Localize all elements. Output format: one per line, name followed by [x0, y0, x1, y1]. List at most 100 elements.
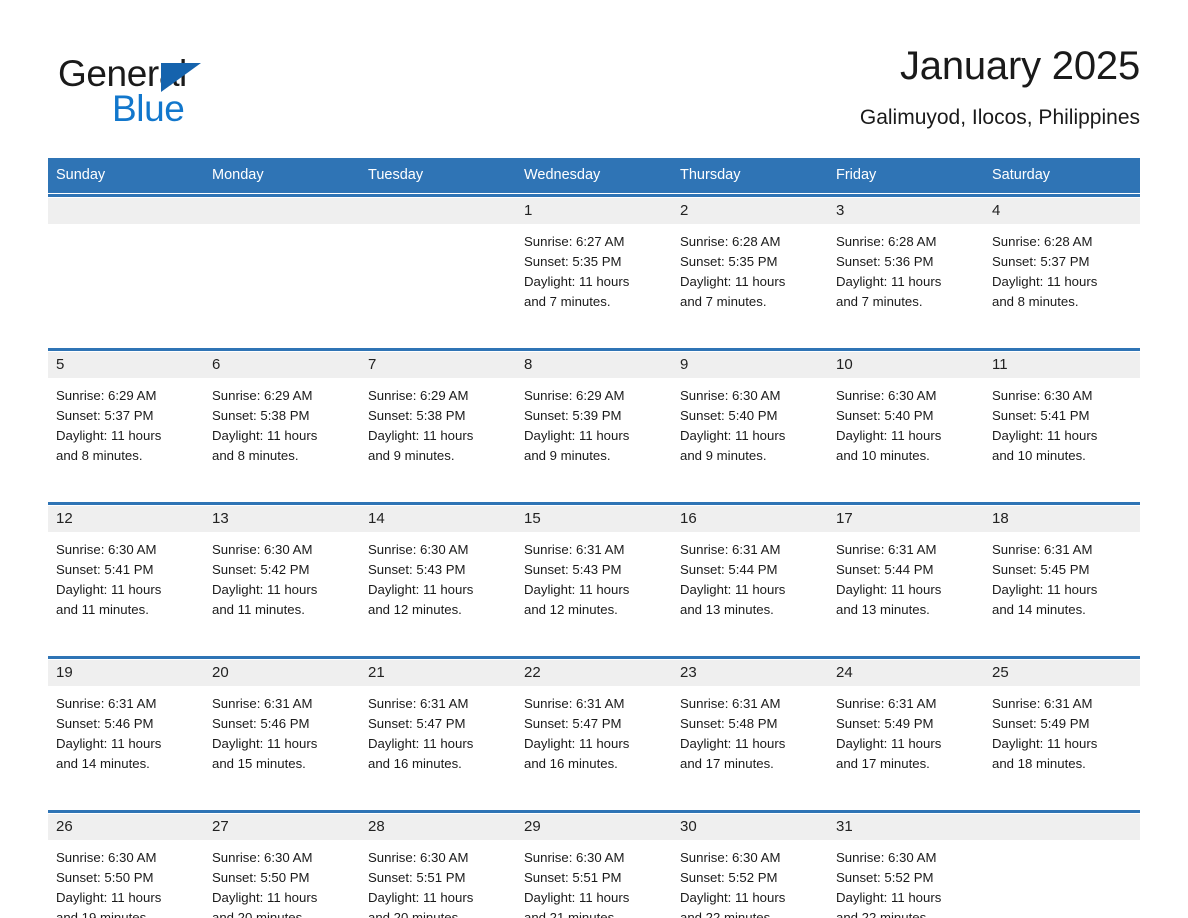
- day-number: [204, 198, 360, 224]
- day-cell-body: 13 Sunrise: 6:30 AM Sunset: 5:42 PM Dayligh…: [204, 506, 360, 641]
- calendar-day-cell[interactable]: 20 Sunrise: 6:31 AM Sunset: 5:46 PM Dayligh…: [204, 660, 360, 795]
- weekday-header-sunday: Sunday: [48, 158, 204, 193]
- week-separator-bar: [48, 194, 1140, 197]
- day-number: 21: [360, 660, 516, 686]
- daylight-text-line1: Daylight: 11 hours: [680, 890, 786, 905]
- daylight-text-line2: and 14 minutes.: [56, 756, 150, 771]
- day-detail: Sunrise: 6:31 AM Sunset: 5:46 PM Daylight:…: [204, 686, 360, 774]
- day-detail: Sunrise: 6:29 AM Sunset: 5:37 PM Daylight:…: [48, 378, 204, 466]
- day-detail: Sunrise: 6:30 AM Sunset: 5:51 PM Daylight:…: [360, 840, 516, 918]
- daylight-text-line2: and 16 minutes.: [524, 756, 618, 771]
- sunrise-text: Sunrise: 6:31 AM: [524, 696, 625, 711]
- sunset-text: Sunset: 5:52 PM: [680, 870, 778, 885]
- calendar-day-cell[interactable]: 25 Sunrise: 6:31 AM Sunset: 5:49 PM Dayligh…: [984, 660, 1140, 795]
- calendar-day-cell[interactable]: 17 Sunrise: 6:31 AM Sunset: 5:44 PM Dayligh…: [828, 506, 984, 641]
- sunrise-text: Sunrise: 6:30 AM: [212, 542, 313, 557]
- daylight-text-line2: and 22 minutes.: [680, 910, 774, 918]
- calendar-day-cell[interactable]: 24 Sunrise: 6:31 AM Sunset: 5:49 PM Dayligh…: [828, 660, 984, 795]
- daylight-text-line1: Daylight: 11 hours: [56, 890, 162, 905]
- daylight-text-line2: and 11 minutes.: [56, 602, 149, 617]
- sunset-text: Sunset: 5:50 PM: [212, 870, 310, 885]
- sunset-text: Sunset: 5:41 PM: [992, 408, 1090, 423]
- day-detail: Sunrise: 6:30 AM Sunset: 5:52 PM Daylight:…: [672, 840, 828, 918]
- day-detail: Sunrise: 6:29 AM Sunset: 5:38 PM Daylight:…: [360, 378, 516, 466]
- calendar-day-cell[interactable]: 30 Sunrise: 6:30 AM Sunset: 5:52 PM Dayligh…: [672, 814, 828, 918]
- calendar-day-cell[interactable]: 21 Sunrise: 6:31 AM Sunset: 5:47 PM Dayligh…: [360, 660, 516, 795]
- calendar-day-cell[interactable]: 16 Sunrise: 6:31 AM Sunset: 5:44 PM Dayligh…: [672, 506, 828, 641]
- calendar-day-cell[interactable]: 27 Sunrise: 6:30 AM Sunset: 5:50 PM Dayligh…: [204, 814, 360, 918]
- calendar-day-cell[interactable]: 19 Sunrise: 6:31 AM Sunset: 5:46 PM Dayligh…: [48, 660, 204, 795]
- day-cell-body: 10 Sunrise: 6:30 AM Sunset: 5:40 PM Dayligh…: [828, 352, 984, 487]
- day-detail: Sunrise: 6:28 AM Sunset: 5:35 PM Daylight:…: [672, 224, 828, 312]
- calendar-day-cell[interactable]: 6 Sunrise: 6:29 AM Sunset: 5:38 PM Daylight…: [204, 352, 360, 487]
- weekday-header-saturday: Saturday: [984, 158, 1140, 193]
- sunset-text: Sunset: 5:46 PM: [56, 716, 154, 731]
- calendar-day-cell[interactable]: 7 Sunrise: 6:29 AM Sunset: 5:38 PM Daylight…: [360, 352, 516, 487]
- day-number: 26: [48, 814, 204, 840]
- daylight-text-line2: and 12 minutes.: [368, 602, 462, 617]
- sunrise-text: Sunrise: 6:31 AM: [992, 696, 1093, 711]
- daylight-text-line1: Daylight: 11 hours: [56, 736, 162, 751]
- calendar-day-cell[interactable]: 18 Sunrise: 6:31 AM Sunset: 5:45 PM Dayligh…: [984, 506, 1140, 641]
- calendar-day-cell[interactable]: 3 Sunrise: 6:28 AM Sunset: 5:36 PM Daylight…: [828, 198, 984, 333]
- calendar-day-cell[interactable]: 23 Sunrise: 6:31 AM Sunset: 5:48 PM Dayligh…: [672, 660, 828, 795]
- day-number: 10: [828, 352, 984, 378]
- calendar-day-cell[interactable]: 29 Sunrise: 6:30 AM Sunset: 5:51 PM Dayligh…: [516, 814, 672, 918]
- sunrise-text: Sunrise: 6:29 AM: [524, 388, 625, 403]
- calendar-day-cell[interactable]: 31 Sunrise: 6:30 AM Sunset: 5:52 PM Dayligh…: [828, 814, 984, 918]
- day-cell-body: 4 Sunrise: 6:28 AM Sunset: 5:37 PM Daylight…: [984, 198, 1140, 333]
- sunrise-text: Sunrise: 6:28 AM: [680, 234, 781, 249]
- week-gap-cell: [48, 487, 1140, 501]
- generalblue-logo[interactable]: General Blue: [58, 52, 298, 129]
- day-number: [48, 198, 204, 224]
- day-number: 25: [984, 660, 1140, 686]
- calendar-day-cell[interactable]: 5 Sunrise: 6:29 AM Sunset: 5:37 PM Daylight…: [48, 352, 204, 487]
- day-detail: Sunrise: 6:30 AM Sunset: 5:51 PM Daylight:…: [516, 840, 672, 918]
- calendar-page: General Blue January 2025 Galimuyod, Ilo…: [0, 0, 1188, 918]
- day-number: 22: [516, 660, 672, 686]
- calendar-day-cell[interactable]: 14 Sunrise: 6:30 AM Sunset: 5:43 PM Dayligh…: [360, 506, 516, 641]
- daylight-text-line2: and 7 minutes.: [836, 294, 923, 309]
- sunset-text: Sunset: 5:51 PM: [524, 870, 622, 885]
- day-cell-body: 12 Sunrise: 6:30 AM Sunset: 5:41 PM Dayligh…: [48, 506, 204, 641]
- calendar-day-cell[interactable]: 12 Sunrise: 6:30 AM Sunset: 5:41 PM Dayligh…: [48, 506, 204, 641]
- sunrise-text: Sunrise: 6:31 AM: [992, 542, 1093, 557]
- day-number: 8: [516, 352, 672, 378]
- week-gap-cell: [48, 641, 1140, 655]
- calendar-day-cell[interactable]: 9 Sunrise: 6:30 AM Sunset: 5:40 PM Daylight…: [672, 352, 828, 487]
- calendar-week-row: 12 Sunrise: 6:30 AM Sunset: 5:41 PM Dayligh…: [48, 506, 1140, 641]
- calendar-day-cell[interactable]: 2 Sunrise: 6:28 AM Sunset: 5:35 PM Daylight…: [672, 198, 828, 333]
- day-cell-body: 15 Sunrise: 6:31 AM Sunset: 5:43 PM Dayligh…: [516, 506, 672, 641]
- calendar-day-cell[interactable]: 10 Sunrise: 6:30 AM Sunset: 5:40 PM Dayligh…: [828, 352, 984, 487]
- calendar-day-cell[interactable]: 13 Sunrise: 6:30 AM Sunset: 5:42 PM Dayligh…: [204, 506, 360, 641]
- day-detail: Sunrise: 6:27 AM Sunset: 5:35 PM Daylight:…: [516, 224, 672, 312]
- sunset-text: Sunset: 5:52 PM: [836, 870, 934, 885]
- day-detail: Sunrise: 6:31 AM Sunset: 5:47 PM Daylight:…: [516, 686, 672, 774]
- calendar-day-cell[interactable]: 11 Sunrise: 6:30 AM Sunset: 5:41 PM Dayligh…: [984, 352, 1140, 487]
- calendar-day-cell[interactable]: 15 Sunrise: 6:31 AM Sunset: 5:43 PM Dayligh…: [516, 506, 672, 641]
- calendar-day-cell[interactable]: 28 Sunrise: 6:30 AM Sunset: 5:51 PM Dayligh…: [360, 814, 516, 918]
- daylight-text-line2: and 11 minutes.: [212, 602, 305, 617]
- calendar-day-cell[interactable]: 26 Sunrise: 6:30 AM Sunset: 5:50 PM Dayligh…: [48, 814, 204, 918]
- calendar-day-cell[interactable]: 22 Sunrise: 6:31 AM Sunset: 5:47 PM Dayligh…: [516, 660, 672, 795]
- day-number: 23: [672, 660, 828, 686]
- day-number: 20: [204, 660, 360, 686]
- week-gap: [48, 795, 1140, 809]
- daylight-text-line1: Daylight: 11 hours: [992, 428, 1098, 443]
- sunset-text: Sunset: 5:41 PM: [56, 562, 154, 577]
- calendar-day-cell-empty: [360, 198, 516, 333]
- calendar-week-row: 1 Sunrise: 6:27 AM Sunset: 5:35 PM Daylight…: [48, 198, 1140, 333]
- day-detail: Sunrise: 6:31 AM Sunset: 5:46 PM Daylight:…: [48, 686, 204, 774]
- sunrise-text: Sunrise: 6:30 AM: [836, 388, 937, 403]
- day-detail: Sunrise: 6:29 AM Sunset: 5:38 PM Daylight:…: [204, 378, 360, 466]
- daylight-text-line2: and 13 minutes.: [836, 602, 930, 617]
- daylight-text-line2: and 17 minutes.: [836, 756, 930, 771]
- sunrise-text: Sunrise: 6:30 AM: [836, 850, 937, 865]
- day-detail: Sunrise: 6:28 AM Sunset: 5:37 PM Daylight:…: [984, 224, 1140, 312]
- calendar-day-cell[interactable]: 1 Sunrise: 6:27 AM Sunset: 5:35 PM Daylight…: [516, 198, 672, 333]
- day-number: 17: [828, 506, 984, 532]
- calendar-day-cell[interactable]: 8 Sunrise: 6:29 AM Sunset: 5:39 PM Daylight…: [516, 352, 672, 487]
- calendar-day-cell[interactable]: 4 Sunrise: 6:28 AM Sunset: 5:37 PM Daylight…: [984, 198, 1140, 333]
- sunrise-text: Sunrise: 6:30 AM: [992, 388, 1093, 403]
- day-number: 11: [984, 352, 1140, 378]
